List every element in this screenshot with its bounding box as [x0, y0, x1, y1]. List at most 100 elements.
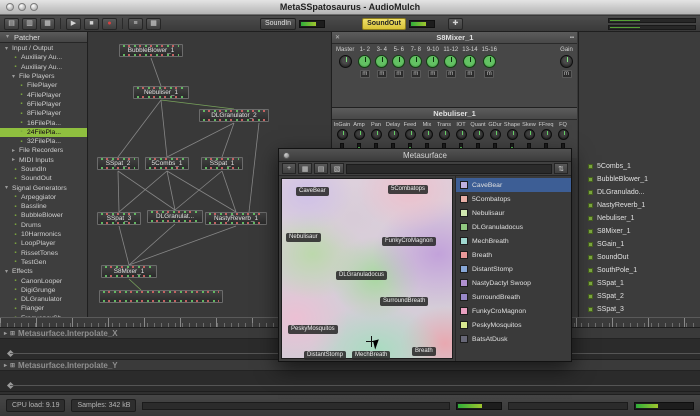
- snapshot-list-item[interactable]: MechBreath: [456, 234, 571, 248]
- tree-item[interactable]: SoundOut: [0, 174, 87, 183]
- param-knob[interactable]: [456, 129, 467, 140]
- tree-item[interactable]: 24FilePla...: [0, 128, 87, 137]
- contraption-list-item[interactable]: SSpat_1: [579, 277, 700, 290]
- contraption-list-item[interactable]: SouthPole_1: [579, 264, 700, 277]
- param-knob[interactable]: [439, 129, 450, 140]
- snapshot-marker[interactable]: PeskyMosquitos: [288, 325, 338, 334]
- grid-view-icon[interactable]: ▦: [298, 163, 312, 174]
- monitor-slider[interactable]: [608, 25, 696, 30]
- metasurface-titlebar[interactable]: Metasurface: [279, 149, 571, 162]
- snapshot-list-item[interactable]: DLGranuladocus: [456, 220, 571, 234]
- new-document-icon[interactable]: ▤: [4, 18, 19, 30]
- tree-item[interactable]: RissetTones: [0, 249, 87, 258]
- tree-item[interactable]: CanonLooper: [0, 276, 87, 285]
- tree-item[interactable]: 4FilePlayer: [0, 90, 87, 99]
- param-knob[interactable]: [405, 129, 416, 140]
- stop-button[interactable]: ■: [84, 18, 99, 30]
- tree-item[interactable]: MIDI Inputs: [0, 156, 87, 165]
- chevron-down-icon[interactable]: ▾: [4, 33, 11, 41]
- contraption-list-item[interactable]: 5Combs_1: [579, 160, 700, 173]
- snapshot-list-item[interactable]: SurroundBreath: [456, 290, 571, 304]
- param-knob[interactable]: [507, 129, 518, 140]
- param-knob[interactable]: [524, 129, 535, 140]
- snapshot-name-field[interactable]: [346, 164, 552, 174]
- tree-item[interactable]: LoopPlayer: [0, 239, 87, 248]
- snapshot-list-item[interactable]: FunkyCroMagnon: [456, 304, 571, 318]
- zoom-window-icon[interactable]: [30, 3, 38, 11]
- snapshot-list-item[interactable]: Breath: [456, 248, 571, 262]
- param-knob[interactable]: [354, 129, 365, 140]
- channel-gain-knob[interactable]: [444, 55, 457, 68]
- sort-icon[interactable]: ⇅: [554, 163, 568, 174]
- patcher-node[interactable]: Nebuliser_1: [133, 86, 189, 99]
- tree-item[interactable]: Arpeggiator: [0, 193, 87, 202]
- tree-item[interactable]: 32FilePla...: [0, 137, 87, 146]
- snapshot-list-item[interactable]: BatsAtDusk: [456, 332, 571, 346]
- param-knob[interactable]: [388, 129, 399, 140]
- gain-mute-button[interactable]: m: [562, 70, 572, 78]
- snapshot-marker[interactable]: SurroundBreath: [380, 297, 428, 306]
- channel-gain-knob[interactable]: [409, 55, 422, 68]
- param-knob[interactable]: [371, 129, 382, 140]
- sound-in-selector[interactable]: SoundIn: [260, 18, 296, 30]
- sound-out-selector[interactable]: SoundOut: [362, 18, 406, 30]
- minimize-window-icon[interactable]: [18, 3, 26, 11]
- snapshot-marker[interactable]: DLGranuladocus: [336, 271, 387, 280]
- expand-lane-icon[interactable]: ▸: [4, 362, 7, 369]
- snapshot-list-item[interactable]: NastyDactyl Swoop: [456, 276, 571, 290]
- cells-view-icon[interactable]: ▧: [330, 163, 344, 174]
- gain-knob[interactable]: [560, 55, 573, 68]
- close-window-icon[interactable]: [283, 152, 290, 159]
- contraption-list-item[interactable]: SSpat_2: [579, 290, 700, 303]
- grid-icon[interactable]: ▦: [146, 18, 161, 30]
- expand-lane-icon[interactable]: ▸: [4, 330, 7, 337]
- save-document-icon[interactable]: ▦: [40, 18, 55, 30]
- tree-item[interactable]: Auxiliary Au...: [0, 53, 87, 62]
- tree-item[interactable]: BubbleBlower: [0, 211, 87, 220]
- channel-gain-knob[interactable]: [483, 55, 496, 68]
- tree-item[interactable]: Signal Generators: [0, 183, 87, 192]
- tree-item[interactable]: 10Harmonics: [0, 230, 87, 239]
- tree-item[interactable]: 16FilePla...: [0, 118, 87, 127]
- tree-item[interactable]: TestGen: [0, 258, 87, 267]
- snapshot-list-item[interactable]: DistantStomp: [456, 262, 571, 276]
- channel-mute-button[interactable]: m: [446, 70, 456, 78]
- master-slider[interactable]: [608, 18, 696, 23]
- master-knob[interactable]: [339, 55, 352, 68]
- patcher-node[interactable]: DLGranulat...: [147, 210, 203, 223]
- channel-mute-button[interactable]: m: [394, 70, 404, 78]
- contraption-list-item[interactable]: DLGranulado...: [579, 186, 700, 199]
- param-knob[interactable]: [490, 129, 501, 140]
- patcher-node[interactable]: NastyReverb_1: [205, 212, 267, 225]
- close-icon[interactable]: ✕: [335, 34, 340, 41]
- channel-gain-knob[interactable]: [392, 55, 405, 68]
- snapshot-marker[interactable]: CaveBear: [296, 187, 329, 196]
- tree-item[interactable]: Flanger: [0, 304, 87, 313]
- channel-mute-button[interactable]: m: [377, 70, 387, 78]
- list-view-icon[interactable]: ▤: [314, 163, 328, 174]
- channel-gain-knob[interactable]: [375, 55, 388, 68]
- open-document-icon[interactable]: ▥: [22, 18, 37, 30]
- channel-mute-button[interactable]: m: [465, 70, 475, 78]
- interpolation-surface[interactable]: CaveBear 5Combatops Nebulisaur FunkyCroM…: [281, 178, 453, 359]
- mixer-titlebar[interactable]: ✕ S8Mixer_1 ▪▪: [332, 32, 577, 44]
- param-knob[interactable]: [473, 129, 484, 140]
- param-knob[interactable]: [422, 129, 433, 140]
- channel-mute-button[interactable]: m: [484, 70, 494, 78]
- channel-mute-button[interactable]: m: [428, 70, 438, 78]
- contraption-list-item[interactable]: Nebuliser_1: [579, 212, 700, 225]
- channel-gain-knob[interactable]: [358, 55, 371, 68]
- window-options-icon[interactable]: ▪▪: [570, 35, 574, 41]
- snapshot-marker[interactable]: DistantStomp: [304, 351, 346, 360]
- patcher-node[interactable]: 5Combs_1: [145, 157, 189, 170]
- channel-mute-button[interactable]: m: [360, 70, 370, 78]
- nebuliser-titlebar[interactable]: Nebuliser_1: [332, 108, 577, 120]
- contraption-list-item[interactable]: SGain_1: [579, 238, 700, 251]
- tree-item[interactable]: Drums: [0, 221, 87, 230]
- param-knob[interactable]: [541, 129, 552, 140]
- contraption-list-item[interactable]: S8Mixer_1: [579, 225, 700, 238]
- channel-gain-knob[interactable]: [463, 55, 476, 68]
- tree-item[interactable]: DLGranulator: [0, 295, 87, 304]
- close-window-icon[interactable]: [6, 3, 14, 11]
- tree-item[interactable]: SoundIn: [0, 165, 87, 174]
